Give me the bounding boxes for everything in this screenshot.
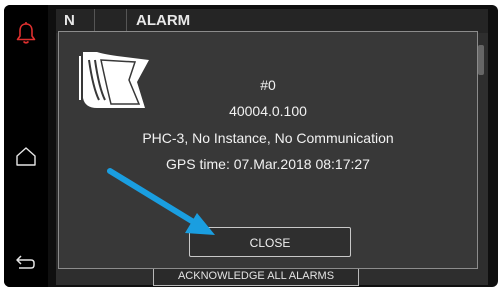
back-nav-button[interactable]	[12, 248, 40, 276]
alarm-list-header: N ALARM	[56, 9, 488, 33]
touch-screen: N ALARM ACKNOWLEDGE ALL ALARMS #0 40004.…	[4, 5, 498, 287]
home-icon	[16, 147, 36, 166]
header-alarm: ALARM	[136, 12, 191, 29]
home-nav-button[interactable]	[12, 142, 40, 170]
sidebar	[4, 5, 48, 287]
back-arrow-icon	[16, 255, 35, 269]
bell-icon	[16, 22, 36, 44]
scrollbar-thumb[interactable]	[478, 45, 484, 75]
header-divider	[126, 9, 127, 33]
header-no: N	[64, 12, 75, 29]
alarm-detail-dialog: #0 40004.0.100 PHC-3, No Instance, No Co…	[58, 31, 478, 269]
alarm-code: 40004.0.100	[229, 103, 307, 119]
alarm-description: PHC-3, No Instance, No Communication	[142, 130, 394, 146]
close-button[interactable]: CLOSE	[189, 227, 351, 257]
gps-time: GPS time: 07.Mar.2018 08:17:27	[166, 156, 370, 172]
alarm-nav-button[interactable]	[12, 19, 40, 47]
alarm-number: #0	[260, 77, 276, 93]
device-frame: N ALARM ACKNOWLEDGE ALL ALARMS #0 40004.…	[0, 0, 502, 291]
header-divider	[94, 9, 95, 33]
